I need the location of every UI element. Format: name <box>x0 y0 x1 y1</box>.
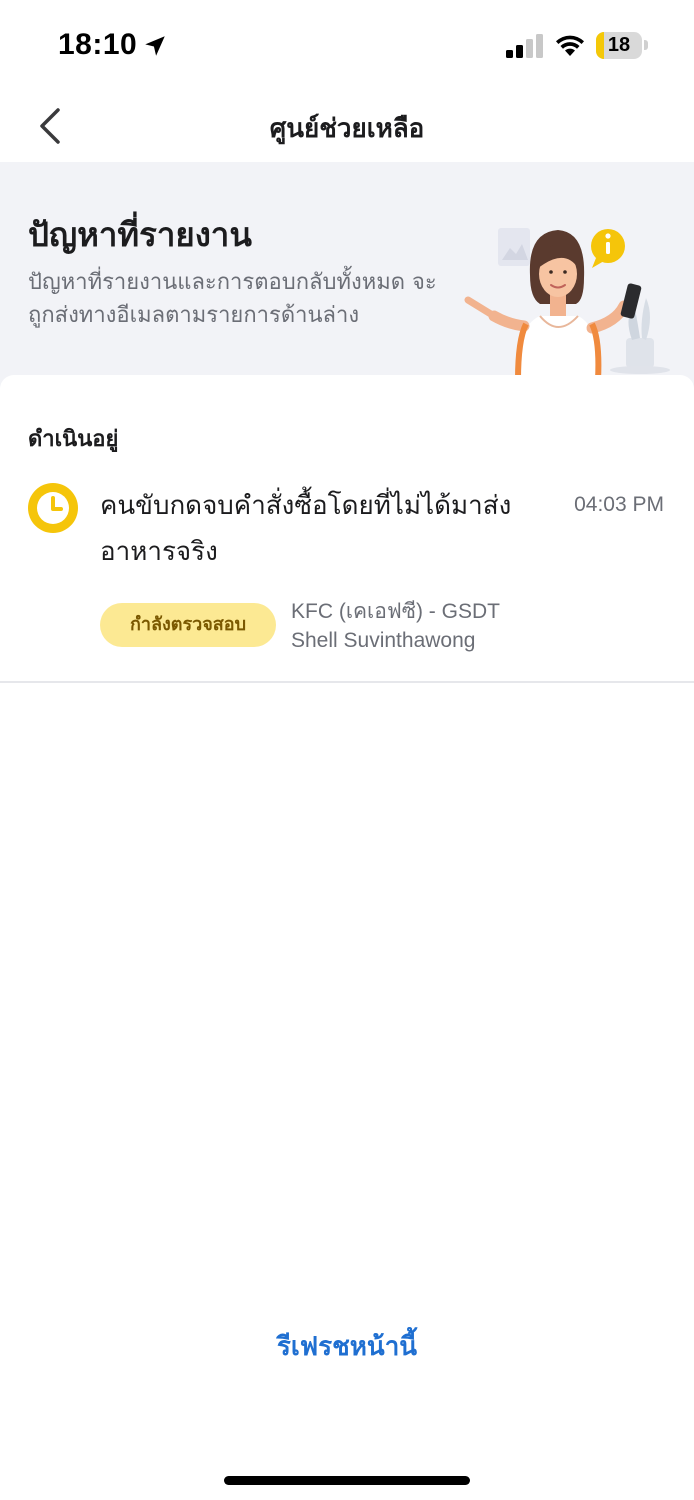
location-arrow-icon <box>145 36 165 56</box>
banner-description: ปัญหาที่รายงานและการตอบกลับทั้งหมด จะถูก… <box>28 270 437 328</box>
cellular-signal-icon <box>506 34 543 58</box>
ticket-title: คนขับกดจบคำสั่งซื้อโดยที่ไม่ได้มาส่งอาหา… <box>100 491 512 567</box>
screen: 18:10 18 ศูนย์ช่วยเหลือ ปัญหาที่รายงาน ป… <box>0 0 694 1500</box>
home-indicator[interactable] <box>224 1476 470 1485</box>
section-in-progress-label: ดำเนินอยู่ <box>28 427 119 452</box>
status-time: 18:10 <box>58 28 138 61</box>
refresh-page-link[interactable]: รีเฟรชหน้านี้ <box>0 1326 694 1367</box>
status-badge: กำลังตรวจสอบ <box>100 603 276 647</box>
clock-icon <box>28 483 78 533</box>
banner-title: ปัญหาที่รายงาน <box>28 215 252 254</box>
ticket-item[interactable]: คนขับกดจบคำสั่งซื้อโดยที่ไม่ได้มาส่งอาหา… <box>0 465 694 683</box>
store-name: KFC (เคเอฟซี) - GSDT <box>291 600 500 623</box>
battery-percent: 18 <box>607 34 631 56</box>
wifi-icon <box>556 35 584 56</box>
store-branch: Shell Suvinthawong <box>291 629 476 652</box>
reports-banner: ปัญหาที่รายงาน ปัญหาที่รายงานและการตอบกล… <box>0 162 694 402</box>
nav-bar: ศูนย์ช่วยเหลือ <box>0 90 694 162</box>
page-title: ศูนย์ช่วยเหลือ <box>269 114 425 144</box>
support-woman-illustration <box>464 228 670 380</box>
reports-card: ดำเนินอยู่ คนขับกดจบคำสั่งซื้อโดยที่ไม่ไ… <box>0 375 694 1275</box>
battery-cap <box>644 40 648 50</box>
status-bar: 18:10 18 <box>0 0 694 90</box>
battery-icon: 18 <box>596 32 642 59</box>
ticket-time: 04:03 PM <box>574 493 664 516</box>
